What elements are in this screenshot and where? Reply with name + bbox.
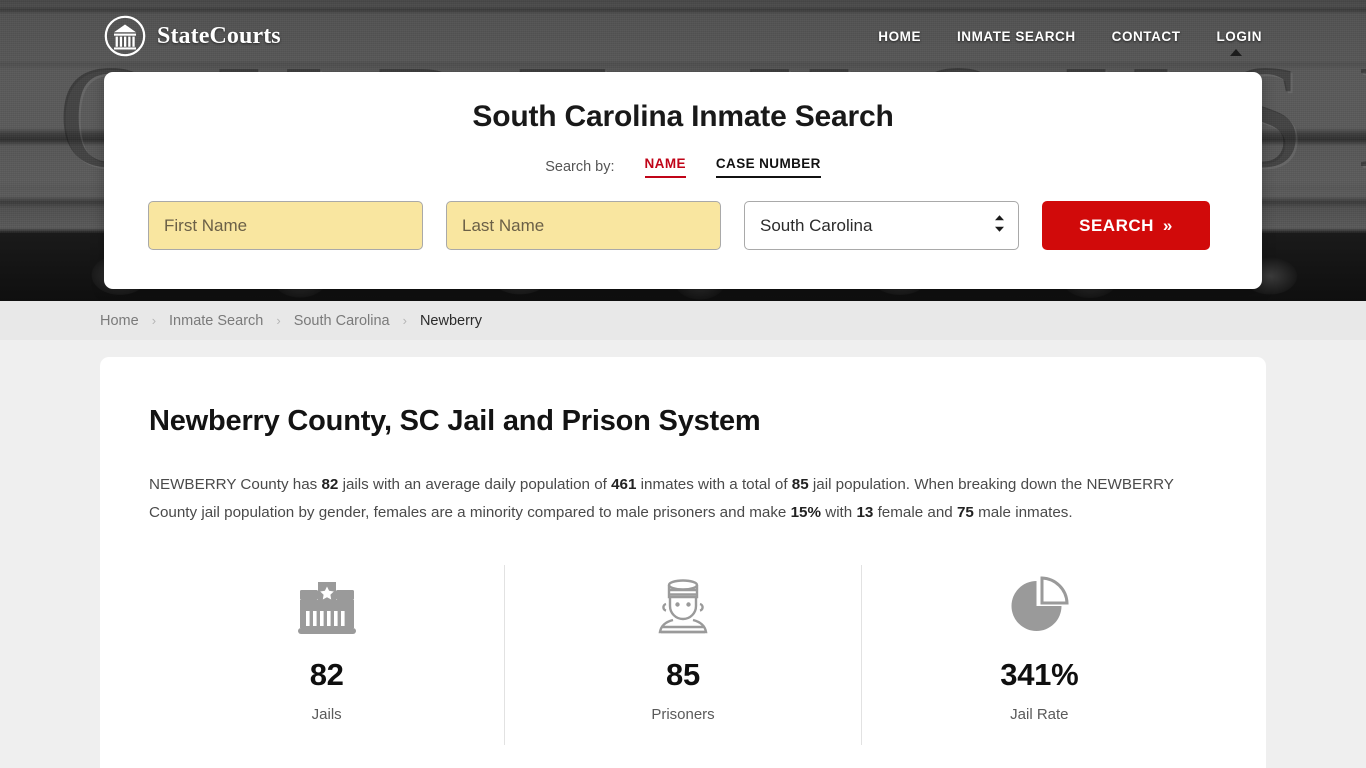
stat-jails-inline: 82 [321,476,339,493]
last-name-input[interactable] [446,201,721,250]
breadcrumb: Home › Inmate Search › South Carolina › … [0,301,1366,340]
breadcrumb-separator-icon: › [402,313,407,328]
stat-female-percent-inline: 15% [790,504,821,521]
nav-links: HOME INMATE SEARCH CONTACT LOGIN [878,23,1263,56]
stat-total-population-inline: 85 [791,476,809,493]
stat-avg-daily-population-inline: 461 [611,476,637,493]
intro-text-2: jails with an average daily population o… [338,476,612,493]
breadcrumb-item-home[interactable]: Home [100,313,139,329]
prisoner-icon [505,573,860,639]
pie-chart-icon [862,573,1217,639]
content-area: Newberry County, SC Jail and Prison Syst… [0,340,1366,768]
nav-item-login[interactable]: LOGIN [1217,23,1263,50]
state-select-wrapper: South Carolina [744,201,1019,250]
search-card-title: South Carolina Inmate Search [472,100,894,133]
stats-row: 82 Jails 85 Prisoners 341% Jail Rate [149,565,1217,745]
stat-prisoners: 85 Prisoners [504,565,860,745]
state-select[interactable]: South Carolina [744,201,1019,250]
search-by-label: Search by: [545,159,615,175]
intro-text-7: male inmates. [973,504,1073,521]
hero-header: COURT HOUSE StateCourts HOME [0,0,1366,301]
stat-jail-rate: 341% Jail Rate [860,565,1217,745]
breadcrumb-item-inmate-search[interactable]: Inmate Search [169,313,263,329]
breadcrumb-item-newberry: Newberry [419,312,482,329]
jail-building-icon [149,573,504,639]
courthouse-circle-icon [104,15,146,57]
stat-male-count-inline: 75 [956,504,974,521]
county-intro-paragraph: NEWBERRY County has 82 jails with an ave… [149,471,1214,527]
breadcrumb-item-south-carolina[interactable]: South Carolina [294,313,390,329]
stat-prisoners-value: 85 [666,657,700,692]
intro-text-1: NEWBERRY County has [149,476,322,493]
double-chevron-right-icon: » [1162,216,1173,235]
inmate-search-card: South Carolina Inmate Search Search by: … [104,72,1262,289]
search-button-label: SEARCH [1079,215,1154,235]
brand-logo-link[interactable]: StateCourts [104,15,281,57]
stat-jails-label: Jails [311,706,342,723]
first-name-input[interactable] [148,201,423,250]
nav-item-inmate-search[interactable]: INMATE SEARCH [957,23,1076,50]
brand-name: StateCourts [157,22,281,49]
nav-item-home[interactable]: HOME [878,23,921,50]
breadcrumb-separator-icon: › [151,313,157,328]
tab-name[interactable]: NAME [644,156,686,178]
dropdown-caret-icon [1230,48,1242,56]
stat-jail-rate-value: 341% [1000,657,1079,692]
nav-item-contact[interactable]: CONTACT [1112,23,1181,50]
search-by-row: Search by: NAME CASE NUMBER [148,156,1218,178]
county-content-card: Newberry County, SC Jail and Prison Syst… [100,357,1266,768]
stat-prisoners-label: Prisoners [651,706,715,723]
stat-jail-rate-label: Jail Rate [1010,706,1069,723]
stat-female-count-inline: 13 [856,504,874,521]
search-button[interactable]: SEARCH » [1042,201,1210,250]
intro-text-6: female and [873,504,957,521]
breadcrumb-separator-icon: › [276,313,281,328]
stat-jails-value: 82 [309,657,344,692]
page-title: Newberry County, SC Jail and Prison Syst… [149,405,761,437]
top-navigation: StateCourts HOME INMATE SEARCH CONTACT L… [0,0,1366,72]
intro-text-3: inmates with a total of [636,476,792,493]
tab-case-number[interactable]: CASE NUMBER [715,156,821,178]
intro-text-5: with [821,504,857,521]
stat-jails: 82 Jails [149,565,504,745]
search-form-row: South Carolina SEARCH » [148,201,1218,250]
